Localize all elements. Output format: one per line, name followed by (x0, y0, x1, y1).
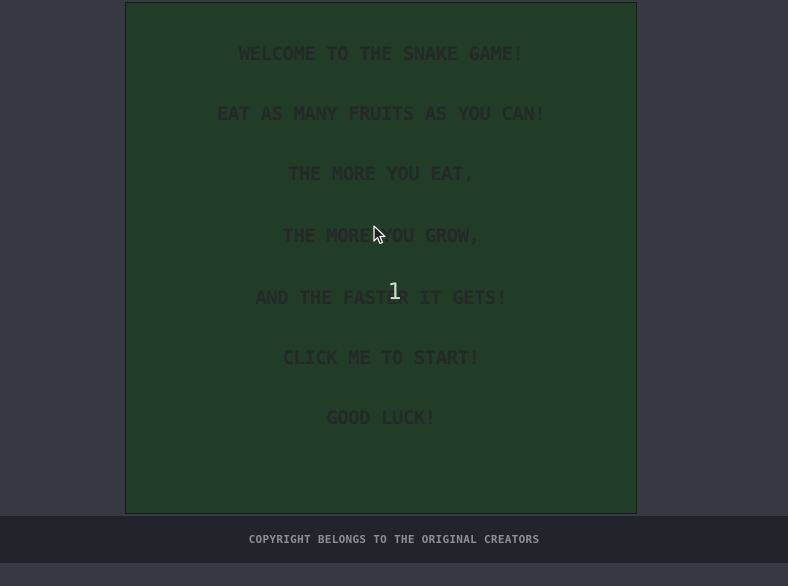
intro-line-more-you-eat: THE MORE YOU EAT, (288, 163, 474, 185)
intro-line-faster: AND THE FASTER IT GETS! (255, 287, 507, 309)
score-counter: 1 (388, 280, 402, 305)
mouse-cursor-icon (373, 225, 386, 245)
intro-line-eat-fruits: EAT AS MANY FRUITS AS YOU CAN! (216, 103, 546, 125)
copyright-text: COPYRIGHT BELONGS TO THE ORIGINAL CREATO… (248, 533, 540, 546)
page: WELCOME TO THE SNAKE GAME! EAT AS MANY F… (0, 0, 788, 586)
intro-line-good-luck: GOOD LUCK! (326, 407, 436, 429)
intro-line-welcome: WELCOME TO THE SNAKE GAME! (238, 43, 524, 65)
game-board[interactable]: WELCOME TO THE SNAKE GAME! EAT AS MANY F… (125, 2, 637, 514)
bottom-strip (0, 563, 788, 586)
intro-line-click-to-start[interactable]: CLICK ME TO START! (126, 347, 636, 369)
footer: COPYRIGHT BELONGS TO THE ORIGINAL CREATO… (0, 516, 788, 563)
